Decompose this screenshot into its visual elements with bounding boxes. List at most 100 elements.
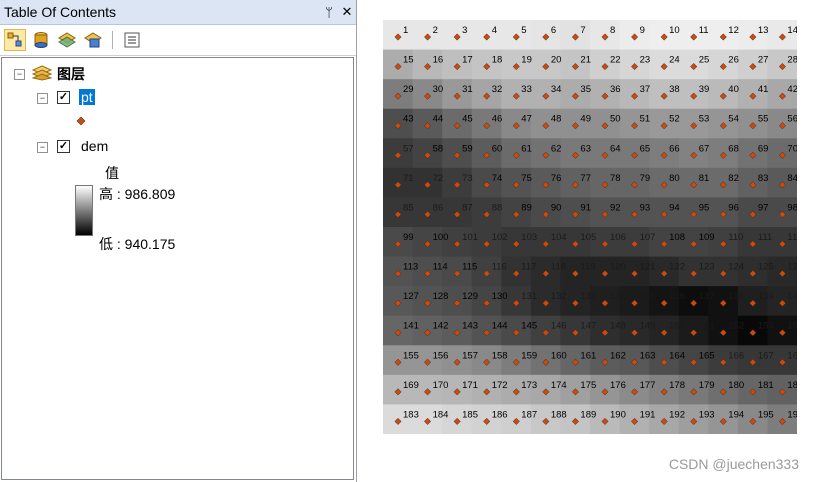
point-label: 171 [462, 380, 478, 391]
point-label: 172 [492, 380, 508, 391]
point-label: 114 [433, 262, 448, 273]
list-by-selection-icon [84, 32, 102, 48]
point-label: 93 [640, 202, 651, 213]
point-label: 74 [492, 173, 503, 184]
point-label: 129 [462, 291, 478, 302]
point-label: 89 [521, 202, 532, 213]
point-label: 177 [640, 380, 656, 391]
point-label: 140 [787, 291, 797, 302]
root-collapse-toggle[interactable]: − [14, 69, 25, 80]
point-label: 98 [787, 202, 797, 213]
point-label: 112 [787, 232, 797, 243]
point-label: 57 [403, 143, 414, 154]
list-by-drawing-order-icon [7, 32, 22, 47]
point-label: 155 [403, 350, 419, 361]
point-label: 42 [787, 84, 797, 95]
point-label: 126 [787, 262, 797, 273]
point-label: 185 [462, 409, 478, 420]
point-label: 176 [610, 380, 626, 391]
point-label: 86 [433, 202, 444, 213]
point-label: 64 [610, 143, 621, 154]
point-label: 125 [758, 262, 774, 273]
dem-color-ramp [75, 185, 93, 236]
dem-collapse-toggle[interactable]: − [37, 142, 48, 153]
point-label: 113 [403, 262, 418, 273]
point-label: 161 [580, 350, 596, 361]
point-label: 174 [551, 380, 567, 391]
point-label: 31 [462, 84, 473, 95]
point-label: 55 [758, 114, 769, 125]
point-label: 115 [462, 262, 477, 273]
point-label: 40 [728, 84, 739, 95]
pt-collapse-toggle[interactable]: − [37, 93, 48, 104]
pt-layer-label[interactable]: pt [79, 89, 95, 105]
point-label: 118 [551, 262, 566, 273]
point-label: 41 [758, 84, 769, 95]
point-label: 85 [403, 202, 414, 213]
point-label: 190 [610, 409, 626, 420]
point-label: 131 [521, 291, 537, 302]
point-label: 43 [403, 114, 414, 125]
point-label: 156 [433, 350, 449, 361]
pt-visibility-checkbox[interactable]: ✓ [57, 91, 70, 104]
list-by-source-button[interactable] [30, 29, 52, 51]
toolbar-separator [112, 31, 113, 49]
dem-layer-label[interactable]: dem [81, 138, 108, 154]
point-label: 175 [580, 380, 596, 391]
point-label: 81 [699, 173, 710, 184]
point-label: 66 [669, 143, 680, 154]
point-label: 34 [551, 84, 562, 95]
point-label: 15 [403, 55, 414, 66]
point-label: 27 [758, 55, 769, 66]
point-label: 17 [462, 55, 473, 66]
point-label: 33 [521, 84, 532, 95]
point-label: 68 [728, 143, 739, 154]
point-label: 38 [669, 84, 680, 95]
point-label: 123 [699, 262, 715, 273]
point-label: 30 [433, 84, 444, 95]
point-label: 92 [610, 202, 621, 213]
point-label: 47 [521, 114, 532, 125]
point-label: 35 [580, 84, 591, 95]
point-label: 50 [610, 114, 621, 125]
list-by-selection-button[interactable] [82, 29, 104, 51]
dem-visibility-checkbox[interactable]: ✓ [57, 140, 70, 153]
pin-icon[interactable]: ᛘ [320, 5, 338, 20]
point-label: 138 [728, 291, 744, 302]
point-label: 133 [580, 291, 596, 302]
point-label: 36 [610, 84, 621, 95]
point-label: 9 [640, 25, 645, 36]
point-label: 173 [521, 380, 537, 391]
point-label: 56 [787, 114, 797, 125]
point-label: 195 [758, 409, 774, 420]
close-icon[interactable]: ✕ [338, 4, 356, 20]
map-view[interactable]: 1 2 3 4 5 6 7 8 9 10 11 12 13 14 15 16 17 18 19 20 21 22 23 24 2… [383, 20, 797, 434]
options-button[interactable] [121, 29, 143, 51]
point-label: 80 [669, 173, 680, 184]
point-label: 69 [758, 143, 769, 154]
point-label: 101 [462, 232, 478, 243]
point-label: 135 [640, 291, 656, 302]
point-label: 196 [787, 409, 797, 420]
point-label: 143 [462, 321, 478, 332]
point-label: 14 [787, 25, 797, 36]
list-by-drawing-order-button[interactable] [4, 29, 26, 51]
point-label: 49 [580, 114, 591, 125]
point-label: 46 [492, 114, 503, 125]
point-label: 100 [433, 232, 449, 243]
point-label: 107 [640, 232, 656, 243]
point-label: 147 [580, 321, 596, 332]
point-label: 11 [699, 25, 709, 36]
point-label: 8 [610, 25, 615, 36]
point-label: 103 [521, 232, 537, 243]
point-label: 151 [699, 321, 715, 332]
point-label: 10 [669, 25, 680, 36]
point-label: 16 [433, 55, 444, 66]
point-label: 164 [669, 350, 685, 361]
list-by-visibility-button[interactable] [56, 29, 78, 51]
point-label: 179 [699, 380, 715, 391]
point-label: 82 [728, 173, 739, 184]
point-label: 168 [787, 350, 797, 361]
point-label: 117 [521, 262, 536, 273]
point-label: 32 [492, 84, 503, 95]
